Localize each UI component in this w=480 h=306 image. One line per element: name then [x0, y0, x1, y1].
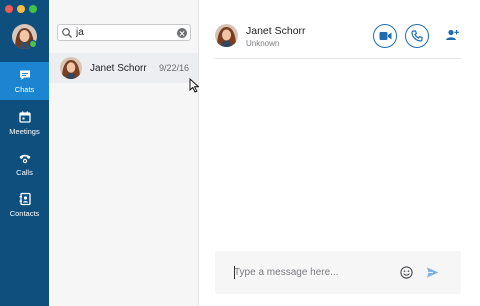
search-box[interactable] [57, 24, 191, 41]
search-icon [62, 27, 72, 38]
avatar-photo-icon [215, 24, 238, 47]
conversation-contact-name: Janet Schorr [246, 25, 306, 37]
app-window: Chats Meetings Calls Contacts ja Janet S… [0, 0, 480, 306]
conversation-contact-status: Unknown [246, 39, 280, 48]
search-results-pane: Janet Schorr 9/22/16 [49, 0, 200, 306]
result-contact-name: Janet Schorr [90, 62, 147, 74]
emoji-icon[interactable] [400, 266, 413, 279]
window-controls [5, 5, 37, 13]
nav-label-contacts: Contacts [9, 209, 40, 218]
calendar-icon [18, 111, 31, 123]
nav-item-chats[interactable]: Chats [0, 62, 49, 100]
contact-card-icon [19, 192, 31, 206]
conversation-pane: Janet Schorr Unknown [199, 0, 480, 306]
window-minimize-button[interactable] [17, 5, 25, 13]
avatar-photo-icon [60, 57, 82, 79]
result-date: 9/22/16 [159, 63, 190, 73]
text-caret [234, 266, 235, 279]
contact-avatar[interactable] [215, 24, 238, 47]
chat-bubble-icon [19, 70, 30, 80]
nav-label-chats: Chats [14, 85, 35, 94]
nav-item-contacts[interactable]: Contacts [0, 186, 49, 224]
add-person-icon[interactable] [445, 28, 460, 43]
search-input[interactable] [73, 25, 171, 40]
video-call-button[interactable] [373, 24, 397, 48]
phone-icon [19, 154, 30, 164]
clear-icon[interactable] [177, 28, 187, 38]
message-input[interactable] [234, 266, 384, 280]
nav-label-calls: Calls [16, 168, 33, 177]
contact-avatar [60, 57, 82, 79]
send-icon[interactable] [426, 266, 439, 279]
video-call-icon [379, 32, 391, 40]
search-result-item[interactable]: Janet Schorr 9/22/16 [49, 53, 198, 83]
window-close-button[interactable] [5, 5, 13, 13]
window-maximize-button[interactable] [29, 5, 37, 13]
nav-label-meetings: Meetings [9, 127, 40, 136]
audio-call-icon [411, 30, 423, 42]
audio-call-button[interactable] [405, 24, 429, 48]
nav-item-meetings[interactable]: Meetings [0, 104, 49, 142]
nav-item-calls[interactable]: Calls [0, 145, 49, 183]
nav-rail: Chats Meetings Calls Contacts [0, 0, 49, 306]
presence-online-indicator [29, 40, 37, 48]
message-composer [215, 251, 461, 294]
conversation-header: Janet Schorr Unknown [215, 14, 461, 59]
